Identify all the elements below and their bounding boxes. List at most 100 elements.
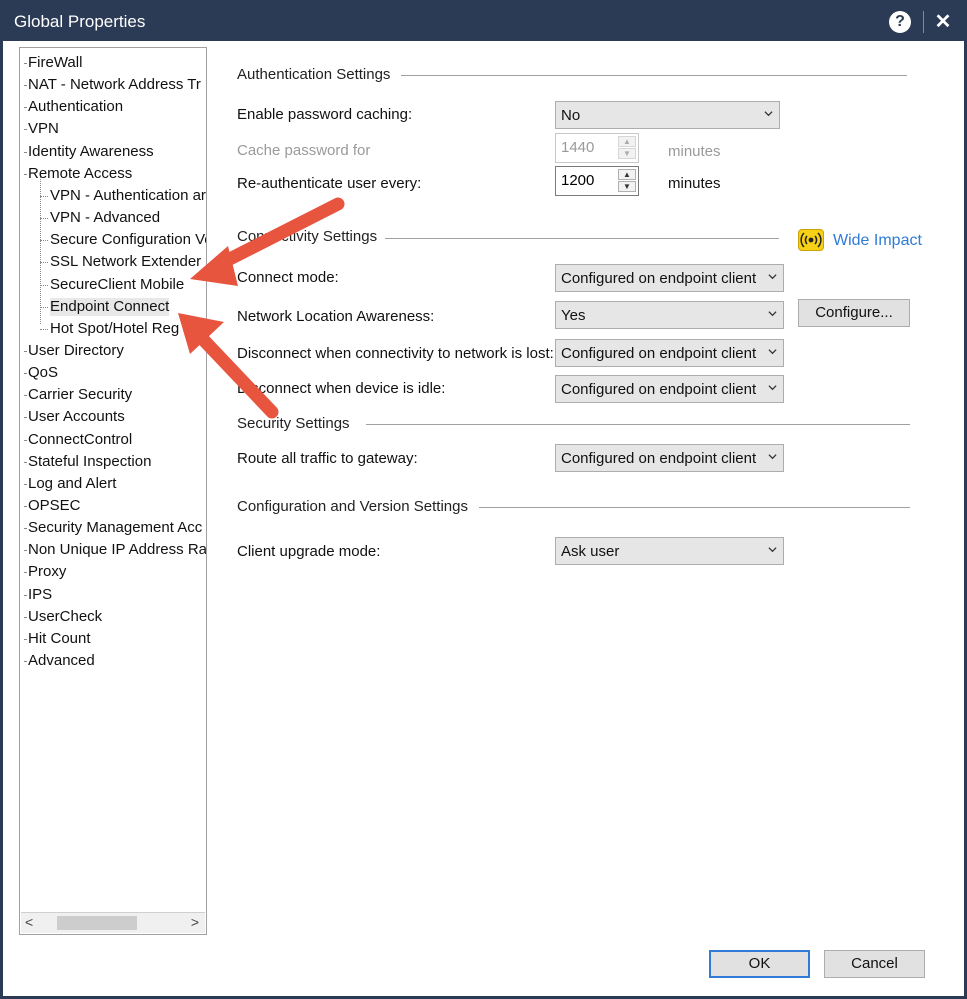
chevron-down-icon — [768, 454, 777, 460]
select-value: Configured on endpoint client — [561, 450, 757, 467]
tree-connector — [24, 151, 26, 154]
section-divider — [385, 238, 779, 239]
tree-connector — [24, 661, 26, 663]
tree-connector — [40, 328, 48, 331]
client-upgrade-mode-label: Client upgrade mode: — [237, 543, 381, 560]
tree-item-ssl-network-extender[interactable]: SSL Network Extender — [50, 253, 201, 271]
tree-item-endpoint-connect[interactable]: Endpoint Connect — [50, 297, 170, 316]
tree-connector — [24, 528, 26, 530]
tree-connector — [24, 129, 26, 131]
tree-connector — [24, 417, 26, 419]
tree-connector — [24, 85, 26, 87]
tree-item-vpn-advanced[interactable]: VPN - Advanced — [50, 209, 160, 227]
tree-connector — [40, 176, 42, 324]
tree-connector — [24, 638, 26, 641]
tree-item-log-and-alert[interactable]: Log and Alert — [28, 475, 116, 493]
window-title: Global Properties — [14, 12, 146, 31]
spinner-value: 1200 — [561, 172, 595, 189]
chevron-down-icon — [768, 349, 777, 355]
section-divider — [401, 75, 907, 76]
select-value: Configured on endpoint client — [561, 270, 757, 287]
tree-item-connectcontrol[interactable]: ConnectControl — [28, 431, 132, 449]
tree-item-security-management-acc[interactable]: Security Management Acc — [28, 519, 202, 537]
scroll-right-icon[interactable]: > — [191, 914, 199, 930]
disconnect-network-lost-select[interactable]: Configured on endpoint client — [555, 339, 784, 367]
tree-item-stateful-inspection[interactable]: Stateful Inspection — [28, 453, 151, 471]
connect-mode-label: Connect mode: — [237, 269, 339, 286]
tree-item-secure-configuration-ve[interactable]: Secure Configuration Ve — [50, 231, 206, 249]
tree-connector — [40, 195, 48, 198]
chevron-down-icon — [764, 111, 773, 117]
tree-item-non-unique-ip-address-ra[interactable]: Non Unique IP Address Ra — [28, 541, 206, 559]
cancel-button[interactable]: Cancel — [824, 950, 925, 978]
tree-item-opsec[interactable]: OPSEC — [28, 497, 81, 515]
tree-item-advanced[interactable]: Advanced — [28, 652, 95, 670]
tree-item-user-accounts[interactable]: User Accounts — [28, 408, 125, 426]
reauthenticate-spinner[interactable]: 1200 ▲ ▼ — [555, 166, 639, 196]
global-properties-window: Global Properties ? ✕ FireWall NAT - Netw… — [0, 0, 967, 999]
tree-item-hit-count[interactable]: Hit Count — [28, 630, 91, 648]
section-security-title: Security Settings — [237, 415, 350, 432]
tree-item-firewall[interactable]: FireWall — [28, 54, 82, 72]
tree-connector — [40, 240, 48, 242]
wide-impact-link[interactable]: Wide Impact — [833, 232, 922, 250]
tree-item-proxy[interactable]: Proxy — [28, 563, 66, 581]
tree-item-hot-spot-hotel-reg[interactable]: Hot Spot/Hotel Reg — [50, 320, 179, 338]
configure-button[interactable]: Configure... — [798, 299, 910, 327]
network-location-awareness-label: Network Location Awareness: — [237, 308, 435, 325]
select-value: Ask user — [561, 543, 620, 560]
scroll-left-icon[interactable]: < — [25, 914, 33, 930]
tree-item-vpn[interactable]: VPN — [28, 120, 59, 138]
tree-connector — [40, 218, 48, 220]
section-config-version-title: Configuration and Version Settings — [237, 498, 468, 515]
spin-down-icon: ▼ — [618, 148, 636, 159]
tree-connector — [24, 107, 26, 109]
enable-password-caching-select[interactable]: No — [555, 101, 780, 129]
tree-connector — [40, 306, 48, 309]
ok-button[interactable]: OK — [709, 950, 810, 978]
tree-item-remote-access[interactable]: Remote Access — [28, 165, 132, 183]
route-all-traffic-select[interactable]: Configured on endpoint client — [555, 444, 784, 472]
route-all-traffic-label: Route all traffic to gateway: — [237, 450, 418, 467]
tree-item-user-directory[interactable]: User Directory — [28, 342, 124, 360]
tree-connector — [24, 395, 26, 397]
disconnect-idle-select[interactable]: Configured on endpoint client — [555, 375, 784, 403]
scroll-thumb[interactable] — [57, 916, 137, 930]
network-location-awareness-select[interactable]: Yes — [555, 301, 784, 329]
tree-horizontal-scrollbar[interactable]: < > — [21, 912, 205, 933]
tree-connector — [24, 350, 26, 353]
tree-item-carrier-security[interactable]: Carrier Security — [28, 386, 132, 404]
tree-connector — [24, 506, 26, 508]
help-icon[interactable]: ? — [889, 11, 911, 33]
section-divider — [479, 507, 910, 508]
spin-down-icon[interactable]: ▼ — [618, 181, 636, 192]
tree-connector — [24, 173, 26, 176]
title-divider — [923, 11, 924, 33]
tree-item-vpn-authentication-ar[interactable]: VPN - Authentication ar — [50, 187, 206, 205]
client-upgrade-mode-select[interactable]: Ask user — [555, 537, 784, 565]
tree-connector — [24, 439, 26, 442]
close-icon[interactable]: ✕ — [931, 8, 955, 36]
select-value: Yes — [561, 307, 586, 324]
tree-connector — [24, 616, 26, 619]
tree-item-identity-awareness[interactable]: Identity Awareness — [28, 143, 154, 161]
section-authentication-title: Authentication Settings — [237, 66, 391, 83]
chevron-down-icon — [768, 547, 777, 553]
reauthenticate-unit: minutes — [668, 175, 721, 192]
spin-up-icon[interactable]: ▲ — [618, 169, 636, 180]
spinner-value: 1440 — [561, 139, 595, 156]
tree-item-usercheck[interactable]: UserCheck — [28, 608, 102, 626]
tree-item-authentication[interactable]: Authentication — [28, 98, 123, 116]
connect-mode-select[interactable]: Configured on endpoint client — [555, 264, 784, 292]
enable-password-caching-label: Enable password caching: — [237, 106, 413, 123]
reauthenticate-label: Re-authenticate user every: — [237, 175, 422, 192]
category-tree[interactable]: FireWall NAT - Network Address Tr Authenti… — [19, 47, 207, 935]
tree-item-qos[interactable]: QoS — [28, 364, 58, 382]
disconnect-network-lost-label: Disconnect when connectivity to network … — [237, 345, 554, 362]
tree-item-ips[interactable]: IPS — [28, 586, 52, 604]
spin-up-icon: ▲ — [618, 136, 636, 147]
tree-item-nat-network-address-tr[interactable]: NAT - Network Address Tr — [28, 76, 201, 94]
section-connectivity-title: Connectivity Settings — [237, 228, 378, 245]
select-value: No — [561, 107, 581, 124]
tree-item-secureclient-mobile[interactable]: SecureClient Mobile — [50, 276, 184, 294]
